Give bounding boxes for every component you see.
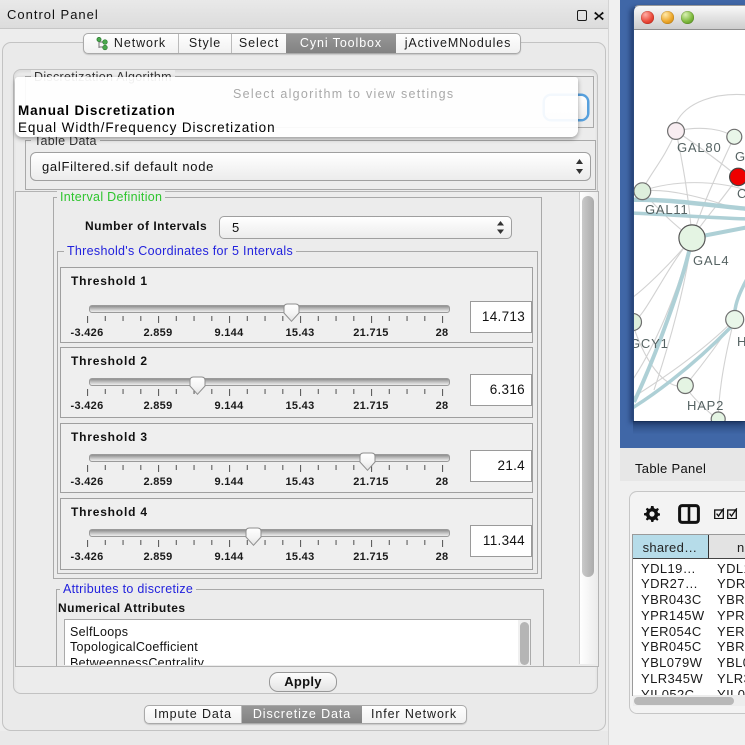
svg-text:GCY1: GCY1 — [634, 336, 669, 351]
svg-text:GA: GA — [735, 149, 745, 164]
svg-text:GAL4: GAL4 — [693, 253, 729, 268]
svg-text:HAP2: HAP2 — [687, 398, 724, 413]
svg-text:C: C — [737, 186, 745, 201]
svg-text:H: H — [737, 334, 745, 349]
svg-text:GAL80: GAL80 — [677, 140, 721, 155]
svg-text:GAL11: GAL11 — [645, 202, 689, 217]
